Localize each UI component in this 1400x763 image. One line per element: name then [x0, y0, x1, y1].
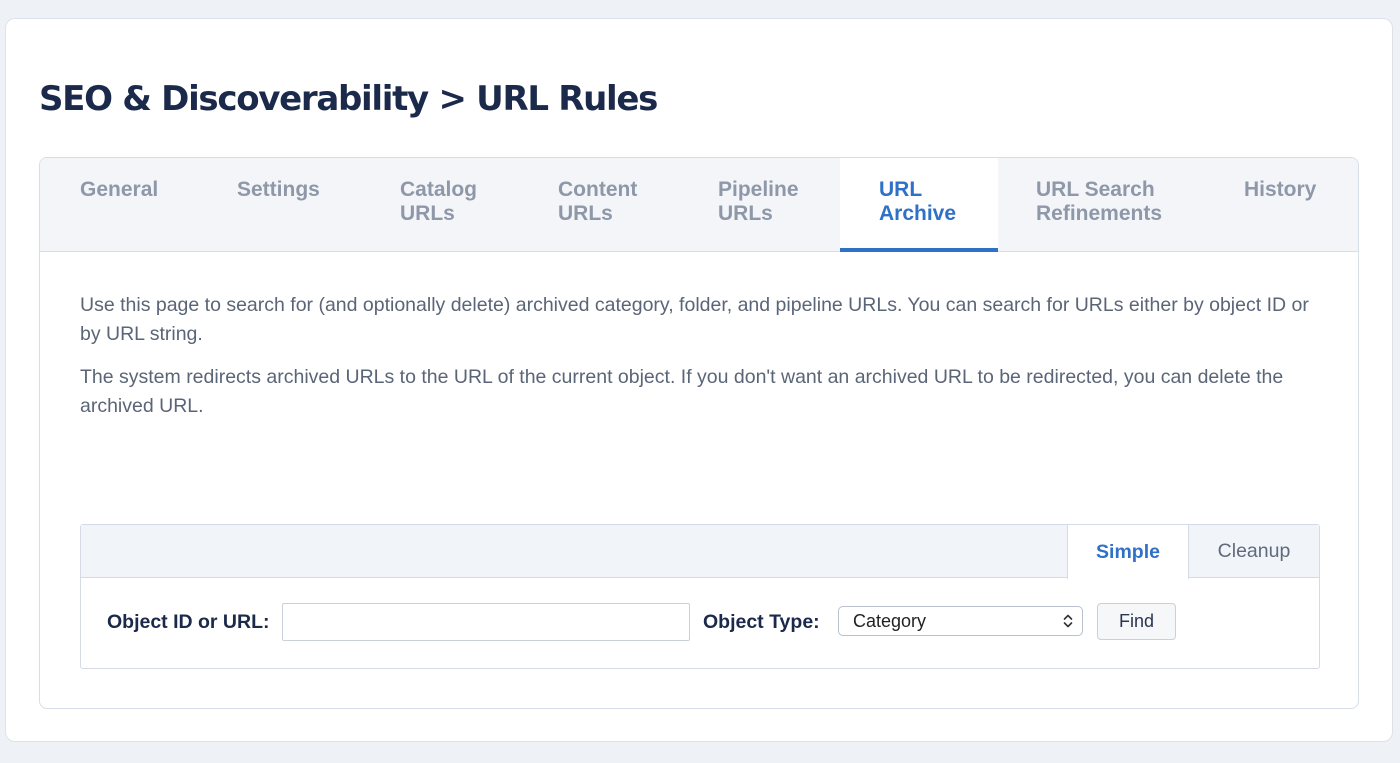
- tab-url-archive-label-line2: Archive: [879, 202, 957, 225]
- description-paragraph-2: The system redirects archived URLs to th…: [80, 366, 1284, 417]
- tab-pipeline-urls-label-line1: Pipeline: [718, 178, 799, 201]
- tab-catalog-urls[interactable]: Catalog URLs: [400, 158, 477, 252]
- tab-pipeline-urls[interactable]: Pipeline URLs: [718, 158, 799, 252]
- tab-pipeline-urls-label-line2: URLs: [718, 202, 773, 225]
- search-mode-bar: Simple Cleanup: [81, 525, 1319, 579]
- tab-general-label: General: [80, 178, 159, 201]
- tab-url-archive[interactable]: URL Archive: [840, 158, 998, 252]
- chevron-up-down-icon: [1063, 614, 1073, 628]
- tab-url-search-refinements-label-line2: Refinements: [1036, 202, 1163, 225]
- url-archive-search-box: Simple Cleanup Object ID or URL: Object …: [80, 524, 1320, 669]
- main-card: SEO & Discoverability > URL Rules Genera…: [5, 18, 1393, 742]
- find-button[interactable]: Find: [1097, 603, 1176, 640]
- url-rules-tab-panel: General Settings Catalog URLs Content UR…: [39, 157, 1359, 709]
- object-type-selected-value: Category: [853, 611, 927, 631]
- object-type-label: Object Type:: [703, 611, 820, 633]
- tab-catalog-urls-label-line1: Catalog: [400, 178, 478, 201]
- tab-url-archive-label-line1: URL: [879, 178, 923, 201]
- page-title: SEO & Discoverability > URL Rules: [39, 79, 658, 119]
- object-type-select[interactable]: Category: [838, 606, 1083, 636]
- tab-content-urls-label-line2: URLs: [558, 202, 613, 225]
- tab-url-search-refinements[interactable]: URL Search Refinements: [1036, 158, 1162, 252]
- description-paragraph-1: Use this page to search for (and optiona…: [80, 294, 1309, 345]
- mode-tab-cleanup[interactable]: Cleanup: [1189, 525, 1319, 578]
- mode-tab-simple[interactable]: Simple: [1067, 525, 1189, 579]
- tab-general[interactable]: General: [80, 158, 158, 252]
- tab-content-urls[interactable]: Content URLs: [558, 158, 637, 252]
- tab-history-label: History: [1244, 178, 1317, 201]
- tab-url-search-refinements-label-line1: URL Search: [1036, 178, 1155, 201]
- tab-settings-label: Settings: [237, 178, 320, 201]
- object-id-label: Object ID or URL:: [107, 611, 270, 633]
- tab-history[interactable]: History: [1244, 158, 1316, 252]
- tab-catalog-urls-label-line2: URLs: [400, 202, 455, 225]
- tab-content-urls-label-line1: Content: [558, 178, 638, 201]
- tab-settings[interactable]: Settings: [237, 158, 320, 252]
- tab-bar: General Settings Catalog URLs Content UR…: [40, 158, 1358, 252]
- object-id-input[interactable]: [282, 603, 690, 641]
